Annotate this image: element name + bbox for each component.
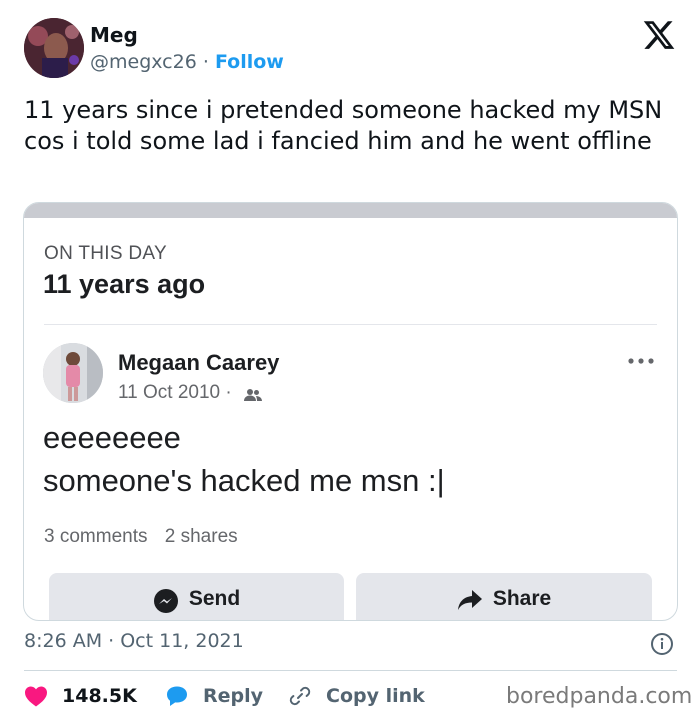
memory-card[interactable]: ON THIS DAY 11 years ago Megaan Caarey 1… [23, 202, 678, 621]
post-author-avatar[interactable] [43, 343, 103, 403]
copy-link-label: Copy link [326, 685, 425, 707]
messenger-icon [153, 589, 178, 613]
send-label: Send [188, 587, 241, 610]
post-text-line-1: eeeeeeee [43, 420, 181, 455]
reply-bubble-icon [167, 686, 187, 706]
card-top-bar [24, 203, 677, 218]
like-count: 148.5K [62, 685, 137, 707]
tweet-text: 11 years since i pretended someone hacke… [24, 96, 663, 155]
like-button[interactable]: 148.5K [24, 683, 137, 709]
handle-separator: · [202, 51, 209, 73]
watermark: boredpanda.com [506, 684, 693, 709]
post-author-name[interactable]: Megaan Caarey [118, 350, 279, 376]
info-icon[interactable] [650, 632, 674, 656]
card-divider [44, 324, 657, 325]
on-this-day-label: ON THIS DAY [44, 243, 167, 264]
reply-label: Reply [203, 685, 264, 707]
years-ago-heading: 11 years ago [43, 269, 206, 299]
author-name[interactable]: Meg [90, 22, 138, 48]
post-text-line-2: someone's hacked me msn :| [43, 463, 445, 498]
follow-button[interactable]: Follow [215, 51, 284, 73]
author-avatar[interactable] [24, 18, 84, 78]
comments-count[interactable]: 3 comments [44, 526, 147, 547]
x-logo-icon[interactable] [642, 18, 676, 52]
friends-icon [244, 387, 262, 401]
post-stats: 3 comments 2 shares [44, 526, 250, 548]
reply-button[interactable]: Reply [165, 683, 263, 709]
share-label: Share [492, 587, 552, 610]
shares-count[interactable]: 2 shares [165, 526, 238, 547]
author-handle-row: @megxc26 · Follow [90, 49, 284, 75]
share-arrow-icon [457, 590, 482, 610]
send-button[interactable]: Send [49, 573, 344, 620]
link-icon [289, 686, 311, 706]
heart-icon [25, 686, 47, 707]
post-date[interactable]: 11 Oct 2010 · [118, 382, 232, 404]
copy-link-button[interactable]: Copy link [288, 683, 425, 709]
tweet-timestamp[interactable]: 8:26 AM · Oct 11, 2021 [24, 630, 244, 652]
footer-divider [24, 670, 677, 671]
author-handle[interactable]: @megxc26 [90, 51, 197, 73]
share-button[interactable]: Share [356, 573, 652, 620]
more-icon[interactable] [628, 349, 654, 370]
